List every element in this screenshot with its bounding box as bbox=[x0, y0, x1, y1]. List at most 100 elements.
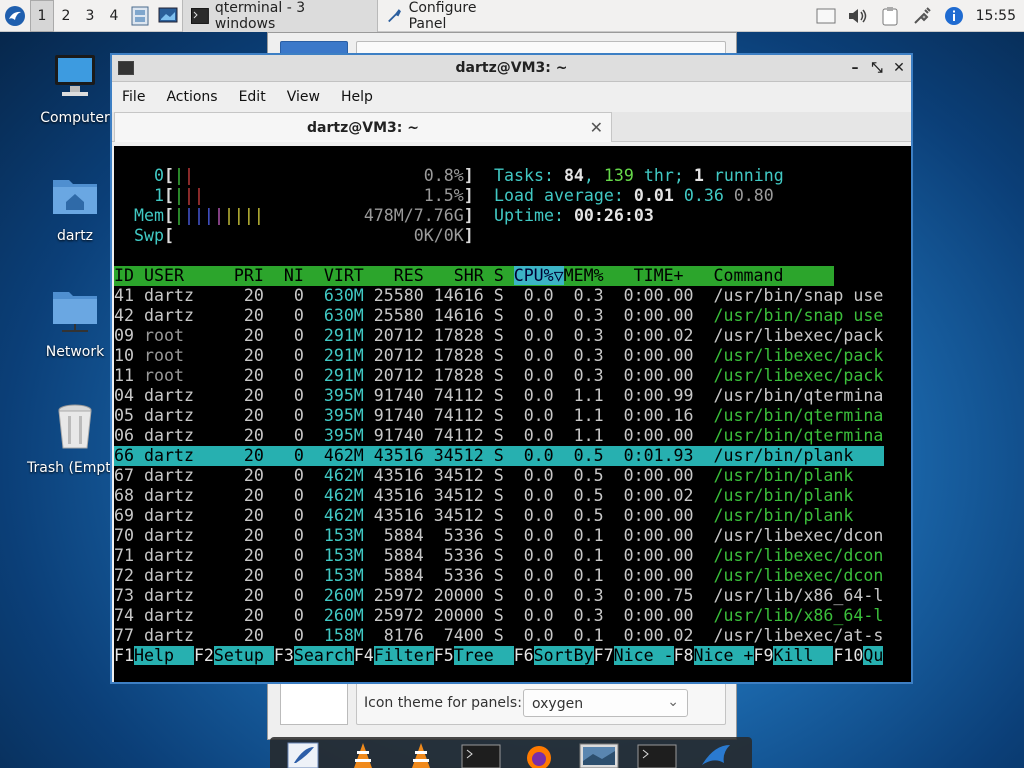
command: /usr/libexec/pack bbox=[693, 326, 884, 345]
desktop-icon-computer[interactable]: Computer bbox=[27, 52, 123, 126]
pri: 20 bbox=[233, 366, 264, 385]
table-row[interactable]: 71 dartz 20 0 153M 5884 5336 S 0.0 0.1 0… bbox=[114, 546, 883, 566]
clock[interactable]: 15:55 bbox=[970, 8, 1024, 24]
minimize-button[interactable]: – bbox=[845, 58, 865, 78]
function-key-bar[interactable]: F1Help F2Setup F3SearchF4FilterF5Tree F6… bbox=[114, 646, 884, 666]
qterminal-window: dartz@VM3: ~ – ⤡ ✕ File Actions Edit Vie… bbox=[110, 53, 913, 684]
table-row[interactable]: 70 dartz 20 0 153M 5884 5336 S 0.0 0.1 0… bbox=[114, 526, 883, 546]
mem: 0.5 bbox=[553, 506, 604, 525]
cpu: 0.0 bbox=[513, 526, 554, 545]
table-row[interactable]: 74 dartz 20 0 260M 25972 20000 S 0.0 0.3… bbox=[114, 606, 883, 626]
table-row[interactable]: 68 dartz 20 0 462M 43516 34512 S 0.0 0.5… bbox=[114, 486, 853, 506]
bird-app-icon[interactable] bbox=[694, 741, 736, 768]
virt: 630M bbox=[303, 306, 364, 325]
workspace-4[interactable]: 4 bbox=[102, 0, 126, 32]
maximize-button[interactable]: ⤡ bbox=[867, 58, 887, 78]
quill-app-icon[interactable] bbox=[282, 741, 324, 768]
tray-network[interactable] bbox=[906, 0, 938, 32]
menu-help[interactable]: Help bbox=[341, 89, 384, 105]
mem: 0.3 bbox=[553, 606, 604, 625]
state: S bbox=[483, 566, 514, 585]
table-row[interactable]: 66 dartz 20 0 462M 43516 34512 S 0.0 0.5… bbox=[114, 446, 884, 466]
terminal-tab-label: dartz@VM3: ~ bbox=[307, 119, 419, 136]
tray-info[interactable] bbox=[938, 0, 970, 32]
command: /usr/libexec/dcon bbox=[693, 546, 884, 565]
terminal-dock-icon[interactable] bbox=[460, 741, 502, 768]
window-titlebar[interactable]: dartz@VM3: ~ – ⤡ ✕ bbox=[112, 55, 911, 82]
tray-volume[interactable] bbox=[842, 0, 874, 32]
task-qterminal[interactable]: qterminal - 3 windows bbox=[182, 0, 378, 32]
app-menu-button[interactable] bbox=[0, 0, 30, 32]
command: /usr/bin/qtermina bbox=[693, 426, 884, 445]
workspace-2[interactable]: 2 bbox=[54, 0, 78, 32]
table-row[interactable]: 09 root 20 0 291M 20712 17828 S 0.0 0.3 … bbox=[114, 326, 883, 346]
vlc-cone-icon-2[interactable] bbox=[400, 741, 442, 768]
launcher-desktop[interactable] bbox=[154, 0, 182, 32]
menu-bar: File Actions Edit View Help bbox=[112, 82, 911, 112]
desktop-icon-network-label: Network bbox=[45, 344, 105, 360]
table-row[interactable]: 05 dartz 20 0 395M 91740 74112 S 0.0 1.1… bbox=[114, 406, 883, 426]
menu-actions[interactable]: Actions bbox=[166, 89, 228, 105]
pri: 20 bbox=[233, 526, 264, 545]
desktop-icon-trash[interactable]: Trash (Empty) bbox=[27, 402, 123, 476]
desktop-icon-computer-label: Computer bbox=[40, 110, 110, 126]
task-configure-panel[interactable]: Configure Panel bbox=[378, 0, 518, 32]
firefox-icon[interactable] bbox=[518, 741, 560, 768]
state: S bbox=[483, 586, 514, 605]
column-header: VIRT bbox=[303, 266, 364, 285]
res: 5884 bbox=[363, 526, 424, 545]
virt: 395M bbox=[303, 386, 364, 405]
table-row[interactable]: 11 root 20 0 291M 20712 17828 S 0.0 0.3 … bbox=[114, 366, 883, 386]
menu-file[interactable]: File bbox=[122, 89, 156, 105]
ni: 0 bbox=[263, 366, 304, 385]
table-row[interactable]: 41 dartz 20 0 630M 25580 14616 S 0.0 0.3… bbox=[114, 286, 883, 306]
table-row[interactable]: 04 dartz 20 0 395M 91740 74112 S 0.0 1.1… bbox=[114, 386, 883, 406]
pid: 68 bbox=[114, 486, 144, 505]
close-button[interactable]: ✕ bbox=[889, 58, 909, 78]
terminal-view[interactable]: 0[|| 0.8%] 1[||| 1.5%] Mem[||||||||| 478… bbox=[114, 146, 911, 682]
threads-count: 139 bbox=[603, 166, 634, 185]
table-row[interactable]: 77 dartz 20 0 158M 8176 7400 S 0.0 0.1 0… bbox=[114, 626, 883, 646]
running-count: 1 bbox=[693, 166, 704, 185]
table-row[interactable]: 10 root 20 0 291M 20712 17828 S 0.0 0.3 … bbox=[114, 346, 883, 366]
terminal-tab[interactable]: dartz@VM3: ~ ✕ bbox=[114, 112, 612, 142]
vlc-cone-icon[interactable] bbox=[342, 741, 384, 768]
meter-bracket: ] bbox=[463, 226, 474, 245]
image-viewer-icon[interactable] bbox=[578, 741, 620, 768]
terminal-dock-icon-2[interactable] bbox=[636, 741, 678, 768]
fkey-f6: F6 bbox=[513, 646, 534, 665]
cpu-meter-0: 0[|| 0.8%] bbox=[114, 166, 474, 186]
top-panel: 1 2 3 4 qterminal - 3 windows Configure … bbox=[0, 0, 1024, 32]
res: 43516 bbox=[363, 486, 424, 505]
info-icon bbox=[944, 6, 963, 25]
pri: 20 bbox=[233, 346, 264, 365]
pid: 06 bbox=[114, 426, 144, 445]
table-row[interactable]: 06 dartz 20 0 395M 91740 74112 S 0.0 1.1… bbox=[114, 426, 883, 446]
table-row[interactable]: 73 dartz 20 0 260M 25972 20000 S 0.0 0.3… bbox=[114, 586, 883, 606]
icon-theme-select[interactable]: oxygen ⌄ bbox=[523, 689, 688, 717]
time: 0:00.75 bbox=[603, 586, 694, 605]
user: root bbox=[143, 366, 234, 385]
table-row[interactable]: 69 dartz 20 0 462M 43516 34512 S 0.0 0.5… bbox=[114, 506, 853, 526]
tray-clipboard[interactable] bbox=[874, 0, 906, 32]
user: dartz bbox=[143, 426, 234, 445]
state: S bbox=[483, 386, 514, 405]
shr: 5336 bbox=[423, 566, 484, 585]
column-header: RES bbox=[363, 266, 424, 285]
table-row[interactable]: 67 dartz 20 0 462M 43516 34512 S 0.0 0.5… bbox=[114, 466, 853, 486]
desktop-icon-home[interactable]: dartz bbox=[27, 170, 123, 244]
pid: 42 bbox=[114, 306, 144, 325]
launcher-file-manager[interactable] bbox=[126, 0, 154, 32]
tray-keyboard[interactable] bbox=[810, 0, 842, 32]
workspace-3[interactable]: 3 bbox=[78, 0, 102, 32]
tasks-count: 84 bbox=[563, 166, 584, 185]
shr: 74112 bbox=[423, 426, 484, 445]
menu-edit[interactable]: Edit bbox=[239, 89, 277, 105]
menu-view[interactable]: View bbox=[287, 89, 331, 105]
table-row[interactable]: 72 dartz 20 0 153M 5884 5336 S 0.0 0.1 0… bbox=[114, 566, 883, 586]
workspace-1[interactable]: 1 bbox=[30, 0, 54, 32]
table-row[interactable]: 42 dartz 20 0 630M 25580 14616 S 0.0 0.3… bbox=[114, 306, 883, 326]
tab-bar: dartz@VM3: ~ ✕ bbox=[112, 112, 911, 142]
desktop-icon-network[interactable]: Network bbox=[27, 286, 123, 360]
tab-close-icon[interactable]: ✕ bbox=[590, 118, 603, 137]
